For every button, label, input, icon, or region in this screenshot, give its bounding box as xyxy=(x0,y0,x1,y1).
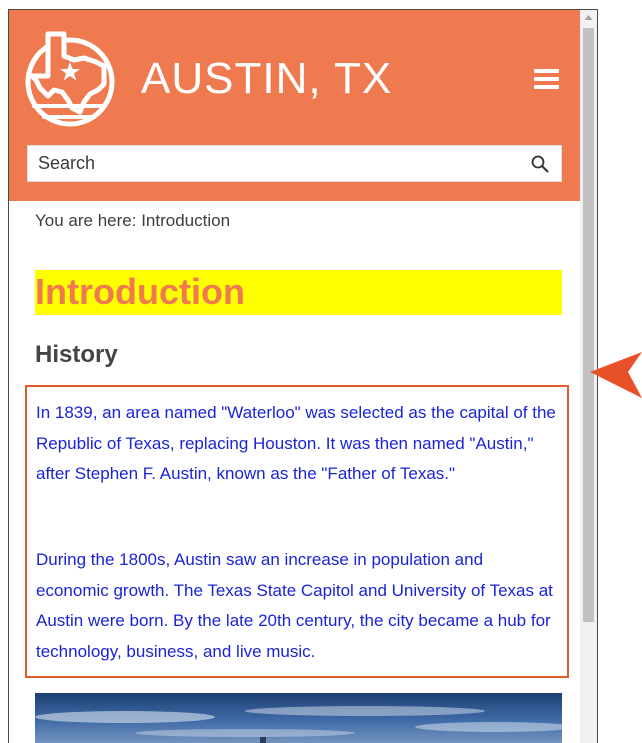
hamburger-menu-icon[interactable] xyxy=(532,66,562,92)
breadcrumb: You are here: Introduction xyxy=(35,211,230,231)
search-icon[interactable] xyxy=(531,155,549,173)
city-skyline-image xyxy=(35,693,562,743)
browser-viewport: AUSTIN, TX You are here: Introduction In… xyxy=(8,9,598,743)
breadcrumb-prefix: You are here: xyxy=(35,211,137,230)
paragraph: During the 1800s, Austin saw an increase… xyxy=(36,550,553,661)
site-title[interactable]: AUSTIN, TX xyxy=(141,54,392,104)
callout-arrow-icon xyxy=(590,352,642,398)
search-bar xyxy=(27,145,562,182)
search-input[interactable] xyxy=(28,146,528,181)
texas-star-logo-icon[interactable] xyxy=(24,26,116,128)
highlighted-content-box: In 1839, an area named "Waterloo" was se… xyxy=(25,385,569,678)
breadcrumb-current[interactable]: Introduction xyxy=(141,211,230,230)
scrollbar-thumb[interactable] xyxy=(583,28,594,622)
page-title: Introduction xyxy=(35,270,562,315)
scroll-up-arrow-icon[interactable] xyxy=(580,10,597,27)
site-header: AUSTIN, TX xyxy=(9,10,580,201)
section-heading: History xyxy=(35,341,118,368)
paragraph: In 1839, an area named "Waterloo" was se… xyxy=(36,403,556,483)
